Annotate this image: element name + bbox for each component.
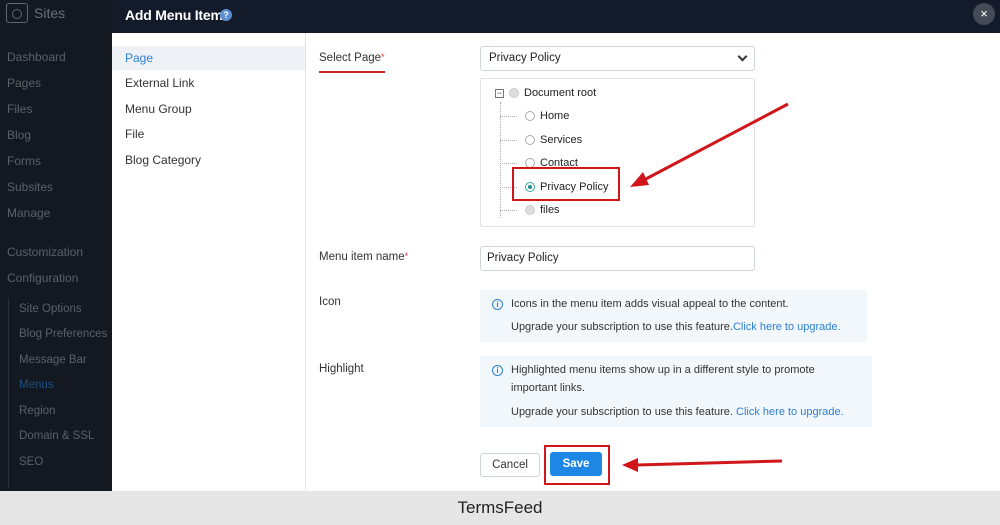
tree-connector [500,210,517,211]
modal-title: Add Menu Item [125,7,223,23]
tree-item-label: Services [540,134,583,146]
info-icon: i [492,299,503,310]
upgrade-text: Upgrade your subscription to use this fe… [511,321,733,333]
radio-home[interactable] [525,111,535,121]
help-icon[interactable]: ? [220,9,232,21]
upgrade-text: Upgrade your subscription to use this fe… [511,406,733,418]
page-tree: − Document root Home Services Contact Pr… [480,78,755,227]
select-page-dropdown[interactable]: Privacy Policy [480,46,755,71]
upgrade-link[interactable]: Click here to upgrade. [736,406,844,418]
required-mark: * [381,52,385,62]
chevron-down-icon [737,51,748,62]
icon-info-box: i Icons in the menu item adds visual app… [480,290,867,342]
radio-document-root[interactable] [509,88,519,98]
nav-item-subsites[interactable]: Subsites [7,180,53,194]
nav-item-dashboard[interactable]: Dashboard [7,50,66,64]
highlight-info-box: i Highlighted menu items show up in a di… [480,356,872,427]
nav-item-pages[interactable]: Pages [7,76,41,90]
highlight-upgrade-line: Upgrade your subscription to use this fe… [511,406,844,418]
menu-type-list: Page External Link Menu Group File Blog … [112,33,306,491]
icon-label: Icon [319,296,341,308]
upgrade-link[interactable]: Click here to upgrade. [733,321,841,333]
radio-services[interactable] [525,135,535,145]
collapse-icon[interactable]: − [495,88,504,98]
nav-item-customization[interactable]: Customization [7,245,83,259]
annotation-box-privacy-policy [512,167,620,201]
menu-type-blog-category[interactable]: Blog Category [112,148,305,172]
highlight-info-message-2: important links. [511,382,585,394]
subnav-item-seo[interactable]: SEO [19,456,43,468]
tree-root: − Document root [495,87,596,99]
nav-item-manage[interactable]: Manage [7,206,50,220]
menu-type-external-link[interactable]: External Link [112,71,305,95]
info-icon: i [492,365,503,376]
cancel-button[interactable]: Cancel [480,453,540,477]
subnav-item-blog-preferences[interactable]: Blog Preferences [19,328,107,340]
icon-upgrade-line: Upgrade your subscription to use this fe… [511,321,841,333]
highlight-label: Highlight [319,363,364,375]
icon-info-message: Icons in the menu item adds visual appea… [511,298,789,310]
tree-connector [500,102,501,218]
radio-files[interactable] [525,205,535,215]
tree-item-files[interactable]: files [525,204,560,216]
subnav-divider [8,298,9,488]
tree-item-label: files [540,204,560,216]
menu-type-menu-group[interactable]: Menu Group [112,97,305,121]
app-brand: Sites [6,3,65,23]
nav-item-forms[interactable]: Forms [7,154,41,168]
menu-item-name-label: Menu item name* [319,251,408,263]
subnav-item-domain-ssl[interactable]: Domain & SSL [19,430,94,442]
subnav-item-message-bar[interactable]: Message Bar [19,354,87,366]
app-sidebar: Sites Dashboard Pages Files Blog Forms S… [0,0,112,491]
tree-connector [500,116,517,117]
select-page-value: Privacy Policy [489,52,561,64]
menu-type-page[interactable]: Page [112,46,305,70]
select-page-label: Select Page* [319,52,385,64]
menu-type-file[interactable]: File [112,122,305,146]
highlight-info-message-1: Highlighted menu items show up in a diff… [511,364,815,376]
tree-connector [500,163,517,164]
tree-item-home[interactable]: Home [525,110,569,122]
brand-label: Sites [34,5,66,21]
menu-item-name-label-text: Menu item name [319,251,405,263]
annotation-box-save: Save [544,445,610,485]
subnav-item-menus[interactable]: Menus [19,379,54,391]
modal-header: Add Menu Item ? × [112,0,1000,33]
subnav-item-site-options[interactable]: Site Options [19,303,82,315]
tree-item-label: Home [540,110,570,122]
tree-root-label: Document root [524,87,597,99]
nav-item-blog[interactable]: Blog [7,128,31,142]
close-button[interactable]: × [973,3,995,25]
footer-caption: TermsFeed [0,491,1000,525]
save-button[interactable]: Save [550,452,602,476]
nav-item-configuration[interactable]: Configuration [7,271,78,285]
nav-item-files[interactable]: Files [7,102,32,116]
select-page-label-text: Select Page [319,52,382,64]
subnav-item-region[interactable]: Region [19,405,55,417]
tree-connector [500,140,517,141]
menu-item-name-input[interactable]: Privacy Policy [480,246,755,271]
tree-item-services[interactable]: Services [525,134,582,146]
menu-item-form: Select Page* Privacy Policy − Document r… [307,33,1000,491]
required-mark: * [404,251,409,261]
sites-logo-icon [6,3,28,23]
annotation-underline [319,71,385,73]
